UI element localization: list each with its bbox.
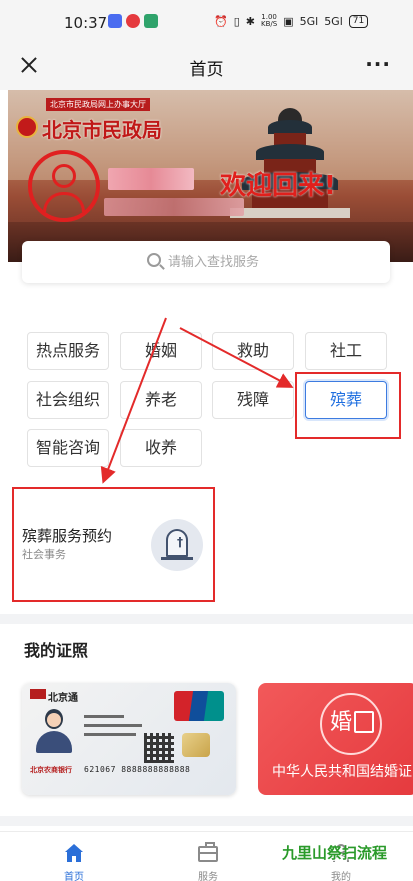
card-brand: 北京通 [48,693,78,704]
nav-mine-label: 我的 [331,872,351,881]
title-bar: 首页 ··· [0,42,413,90]
card-chip-icon [182,733,210,757]
nav-home[interactable]: 首页 [34,832,114,881]
unionpay-icon [174,691,224,721]
briefcase-icon [198,842,218,862]
category-social-work[interactable]: 社工 [305,332,387,370]
app-notification-icon [144,14,158,28]
status-bar: 10:37 ⏰ ▯ ✱ 1.00 KB/S ▣ 5Gl 5Gl 71 [0,0,413,42]
nav-services[interactable]: 服务 [168,832,248,881]
category-relief[interactable]: 救助 [212,332,294,370]
bureau-name: 北京市民政局 [42,118,162,142]
tombstone-icon: † [151,519,203,571]
hd-icon: ▣ [283,14,294,28]
app-notification-icon [108,14,122,28]
home-icon [64,844,84,862]
network-rate-unit: KB/S [260,20,278,28]
signal-icon: 5Gl [299,14,319,28]
system-icons: ⏰ ▯ ✱ 1.00 KB/S ▣ 5Gl 5Gl 71 [214,14,369,28]
card-info-lines [84,715,148,742]
welcome-text: 欢迎回来! [220,171,336,201]
card-bank: 北京农商银行 [30,766,72,774]
battery-icon: 71 [348,14,369,28]
category-smart-consult[interactable]: 智能咨询 [27,429,109,467]
nav-home-label: 首页 [64,872,84,881]
funeral-appointment-card[interactable]: 殡葬服务预约 社会事务 † [12,487,215,602]
alarm-icon: ⏰ [214,14,228,28]
section-divider [0,614,413,624]
status-time: 10:37 [64,14,108,32]
person-icon [36,709,72,753]
nav-services-label: 服务 [198,872,218,881]
gov-tag: 北京市民政局网上办事大厅 [46,98,150,111]
search-bar[interactable] [22,241,390,283]
beijing-tong-logo-icon [30,689,46,699]
service-subtitle: 社会事务 [22,548,66,561]
certificates-title: 我的证照 [24,641,89,660]
notification-icons [108,14,158,28]
social-security-card[interactable]: 北京通 北京农商银行 621067 8888888888888 [22,683,236,795]
category-disability[interactable]: 残障 [212,381,294,419]
bluetooth-icon: ✱ [245,14,255,28]
blurred-username [108,168,194,190]
banner: 北京市民政局网上办事大厅 北京市民政局 欢迎回来! [8,90,413,262]
category-elderly-care[interactable]: 养老 [120,381,202,419]
network-rate: 1.00 KB/S [261,14,277,28]
service-title: 殡葬服务预约 [22,527,113,545]
category-marriage[interactable]: 婚姻 [120,332,202,370]
watermark-text: 九里山祭扫流程 [282,844,388,862]
marriage-certificate-icon: 婚 [320,693,382,755]
more-icon[interactable]: ··· [365,52,391,76]
avatar-head [52,164,76,188]
card-number: 621067 8888888888888 [84,765,191,774]
avatar-body [43,192,85,212]
search-input[interactable] [168,250,368,274]
page-title: 首页 [189,60,224,80]
marriage-glyph: 婚 [330,710,353,735]
annotation-frame [295,372,401,439]
search-icon [147,253,161,267]
marriage-certificate-card[interactable]: 婚 中华人民共和国结婚证 [258,683,413,795]
weibo-icon [126,14,140,28]
emblem-icon [16,116,38,138]
avatar[interactable] [28,150,100,222]
qr-code-icon [144,733,174,763]
marriage-card-label: 中华人民共和国结婚证 [272,764,412,780]
signal-icon: 5Gl [324,14,343,28]
category-social-org[interactable]: 社会组织 [27,381,109,419]
vibrate-icon: ▯ [233,14,240,28]
category-hot-services[interactable]: 热点服务 [27,332,109,370]
section-divider [0,816,413,826]
category-adoption[interactable]: 收养 [120,429,202,467]
